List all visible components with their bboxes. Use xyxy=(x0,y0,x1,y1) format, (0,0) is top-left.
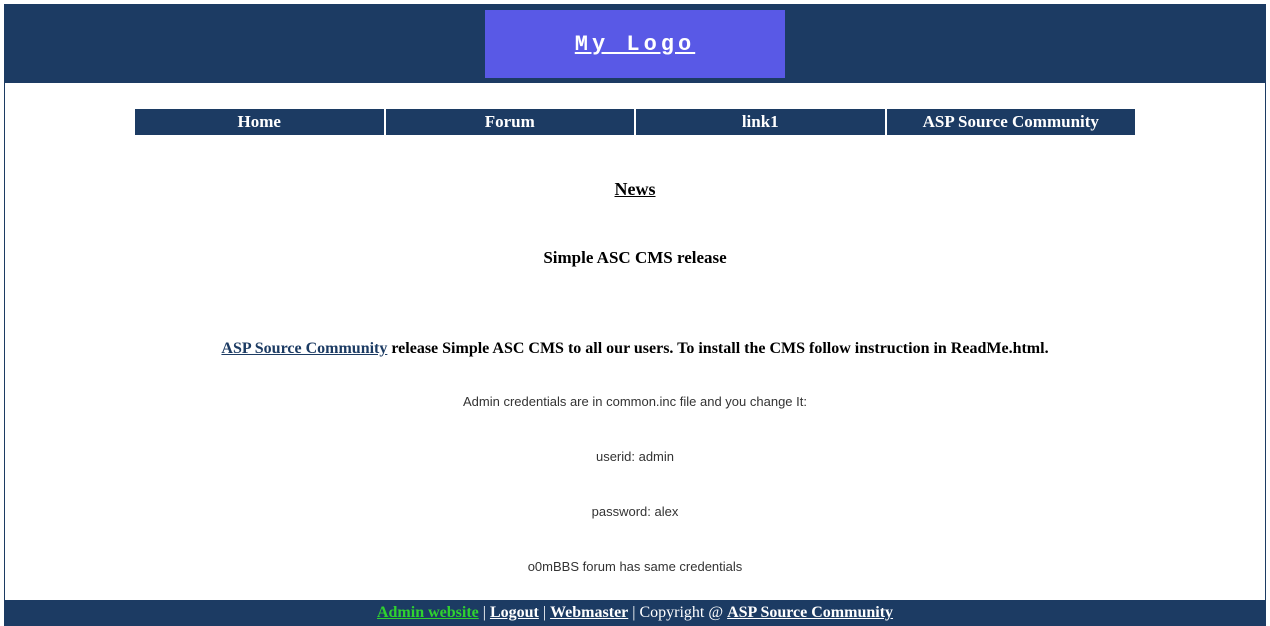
header-banner: My Logo xyxy=(5,5,1265,83)
page-container: My Logo Home Forum link1 ASP Source Comm… xyxy=(4,4,1266,601)
nav-item-home[interactable]: Home xyxy=(135,109,384,135)
nav-row: Home Forum link1 ASP Source Community xyxy=(5,109,1265,135)
logo-text: My Logo xyxy=(575,32,695,57)
content-area: News Simple ASC CMS release ASP Source C… xyxy=(5,135,1265,600)
nav-item-link1[interactable]: link1 xyxy=(636,109,885,135)
spacer xyxy=(5,83,1265,109)
footer-sep-1: | xyxy=(479,604,490,621)
info-line-credentials-note: Admin credentials are in common.inc file… xyxy=(25,394,1245,409)
info-line-forum-note: o0mBBS forum has same credentials xyxy=(25,559,1245,574)
info-line-password: password: alex xyxy=(25,504,1245,519)
section-title: News xyxy=(25,179,1245,200)
footer-admin-link[interactable]: Admin website xyxy=(377,604,479,621)
footer-sep-2: | xyxy=(539,604,550,621)
release-asc-link[interactable]: ASP Source Community xyxy=(221,340,387,357)
footer-webmaster-link[interactable]: Webmaster xyxy=(550,604,628,621)
article-title: Simple ASC CMS release xyxy=(25,248,1245,268)
footer-copyright-prefix: | Copyright @ xyxy=(628,604,727,621)
logo-box[interactable]: My Logo xyxy=(485,10,785,78)
nav-item-asc[interactable]: ASP Source Community xyxy=(887,109,1136,135)
nav-item-forum[interactable]: Forum xyxy=(386,109,635,135)
release-text-after: release Simple ASC CMS to all our users.… xyxy=(387,340,1048,357)
footer-bar: Admin website | Logout | Webmaster | Cop… xyxy=(4,601,1266,626)
footer-asc-link[interactable]: ASP Source Community xyxy=(727,604,893,621)
footer-logout-link[interactable]: Logout xyxy=(490,604,539,621)
release-line: ASP Source Community release Simple ASC … xyxy=(25,340,1245,358)
info-line-userid: userid: admin xyxy=(25,449,1245,464)
